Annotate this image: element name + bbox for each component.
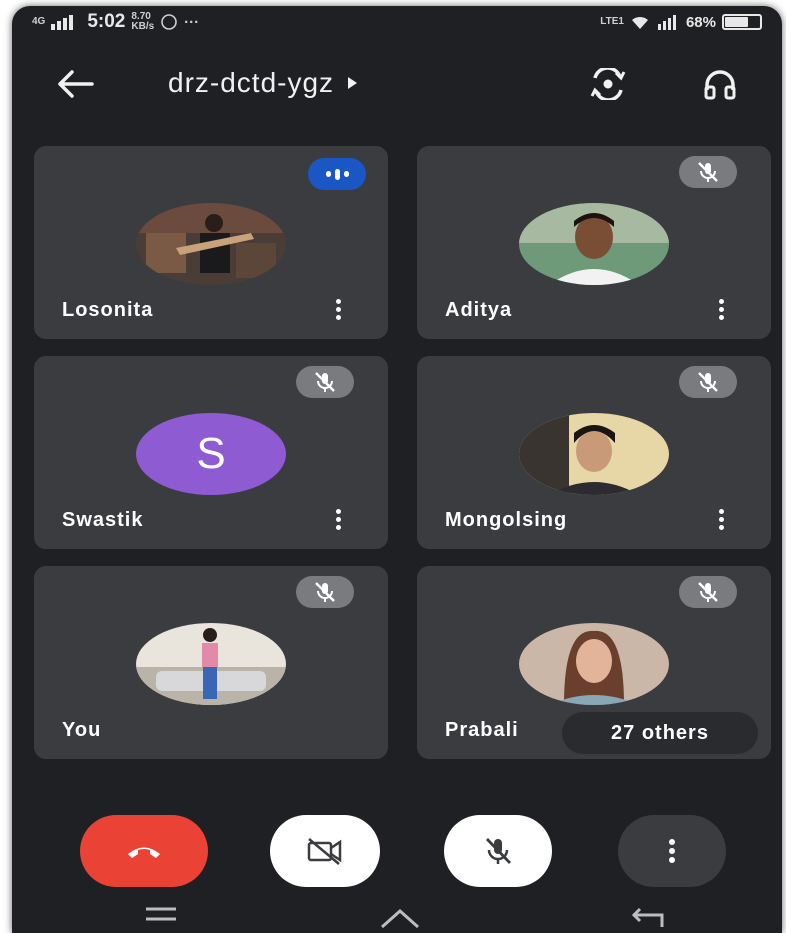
status-bar: 4G 5:02 8.70 KB/s ··· LTE1 68% — [12, 6, 782, 38]
call-controls — [12, 811, 782, 891]
mic-off-badge — [296, 576, 354, 608]
system-nav-bar — [12, 899, 782, 933]
battery-icon — [722, 14, 762, 30]
avatar-photo — [519, 623, 669, 705]
battery-level — [725, 17, 749, 27]
menu-icon[interactable] — [144, 905, 178, 925]
mic-off-icon — [485, 838, 512, 864]
avatar-photo — [519, 413, 669, 495]
network-indicator: 4G — [32, 16, 46, 27]
mic-off-icon — [315, 372, 335, 392]
phone-hangup-icon — [128, 847, 160, 858]
participant-tile[interactable]: Prabali 27 others — [417, 566, 771, 759]
participant-name: Swastik — [62, 509, 144, 531]
status-right: LTE1 68% — [600, 14, 762, 31]
mic-off-badge — [296, 366, 354, 398]
mic-off-icon — [315, 582, 335, 602]
avatar-initial: S — [136, 413, 286, 495]
avatar — [519, 413, 669, 495]
avatar — [136, 203, 286, 285]
meeting-code: drz-dctd-ygz — [168, 67, 335, 98]
volte-indicator: LTE1 — [600, 16, 624, 27]
wifi-icon — [631, 16, 648, 29]
top-bar: drz-dctd-ygz — [12, 54, 782, 114]
mic-off-badge — [679, 576, 737, 608]
headphones-icon — [704, 70, 736, 100]
arrow-back-icon — [58, 70, 94, 98]
meeting-code-button[interactable]: drz-dctd-ygz — [168, 67, 358, 99]
more-options-button[interactable] — [618, 815, 726, 887]
mic-off-icon — [698, 162, 718, 182]
avatar — [519, 623, 669, 705]
speaking-indicator — [308, 158, 366, 190]
signal-icon — [51, 15, 74, 30]
participant-name: Losonita — [62, 299, 154, 321]
mic-off-icon — [698, 372, 718, 392]
more-vert-icon[interactable] — [711, 296, 731, 322]
participant-tile[interactable]: Mongolsing — [417, 356, 771, 549]
participant-tile[interactable]: You — [34, 566, 388, 759]
clock: 5:02 — [87, 11, 126, 32]
switch-camera-button[interactable] — [588, 66, 628, 102]
home-icon[interactable] — [378, 905, 422, 929]
more-vert-icon — [669, 839, 675, 863]
participant-name: Prabali — [445, 719, 519, 741]
data-speed: 8.70 KB/s — [131, 12, 154, 32]
switch-camera-icon — [590, 68, 626, 100]
participant-tile[interactable]: S Swastik — [34, 356, 388, 549]
play-arrow-icon — [348, 77, 358, 89]
more-vert-icon[interactable] — [328, 506, 348, 532]
more-vert-icon[interactable] — [328, 296, 348, 322]
meeting-screen: 4G 5:02 8.70 KB/s ··· LTE1 68% drz-dctd-… — [12, 6, 782, 933]
mic-toggle-button[interactable] — [444, 815, 552, 887]
audio-output-button[interactable] — [700, 66, 740, 102]
participant-name: Aditya — [445, 299, 513, 321]
others-button[interactable]: 27 others — [562, 712, 758, 754]
back-button[interactable] — [52, 64, 98, 104]
video-off-icon — [307, 838, 342, 865]
participant-name: You — [62, 719, 102, 741]
data-speed-unit: KB/s — [131, 21, 155, 32]
mic-off-badge — [679, 156, 737, 188]
avatar — [136, 623, 286, 705]
end-call-button[interactable] — [80, 815, 208, 887]
avatar — [519, 203, 669, 285]
more-vert-icon[interactable] — [711, 506, 731, 532]
more-notifications-icon: ··· — [184, 13, 200, 31]
camera-toggle-button[interactable] — [270, 815, 380, 887]
avatar-photo — [136, 203, 286, 285]
status-left: 4G 5:02 8.70 KB/s ··· — [32, 11, 199, 33]
speaking-bar — [334, 168, 340, 180]
participant-tile[interactable]: Aditya — [417, 146, 771, 339]
mic-off-icon — [698, 582, 718, 602]
battery-percent: 68% — [685, 13, 716, 31]
mic-off-badge — [679, 366, 737, 398]
whatsapp-icon — [161, 14, 177, 30]
speaking-bar — [343, 171, 349, 177]
back-nav-icon[interactable] — [626, 905, 666, 929]
speaking-bar — [325, 171, 331, 177]
participant-tile[interactable]: Losonita — [34, 146, 388, 339]
avatar-photo — [519, 203, 669, 285]
participant-name: Mongolsing — [445, 509, 568, 531]
avatar-photo — [136, 623, 286, 705]
signal-4g-icon — [657, 15, 676, 30]
